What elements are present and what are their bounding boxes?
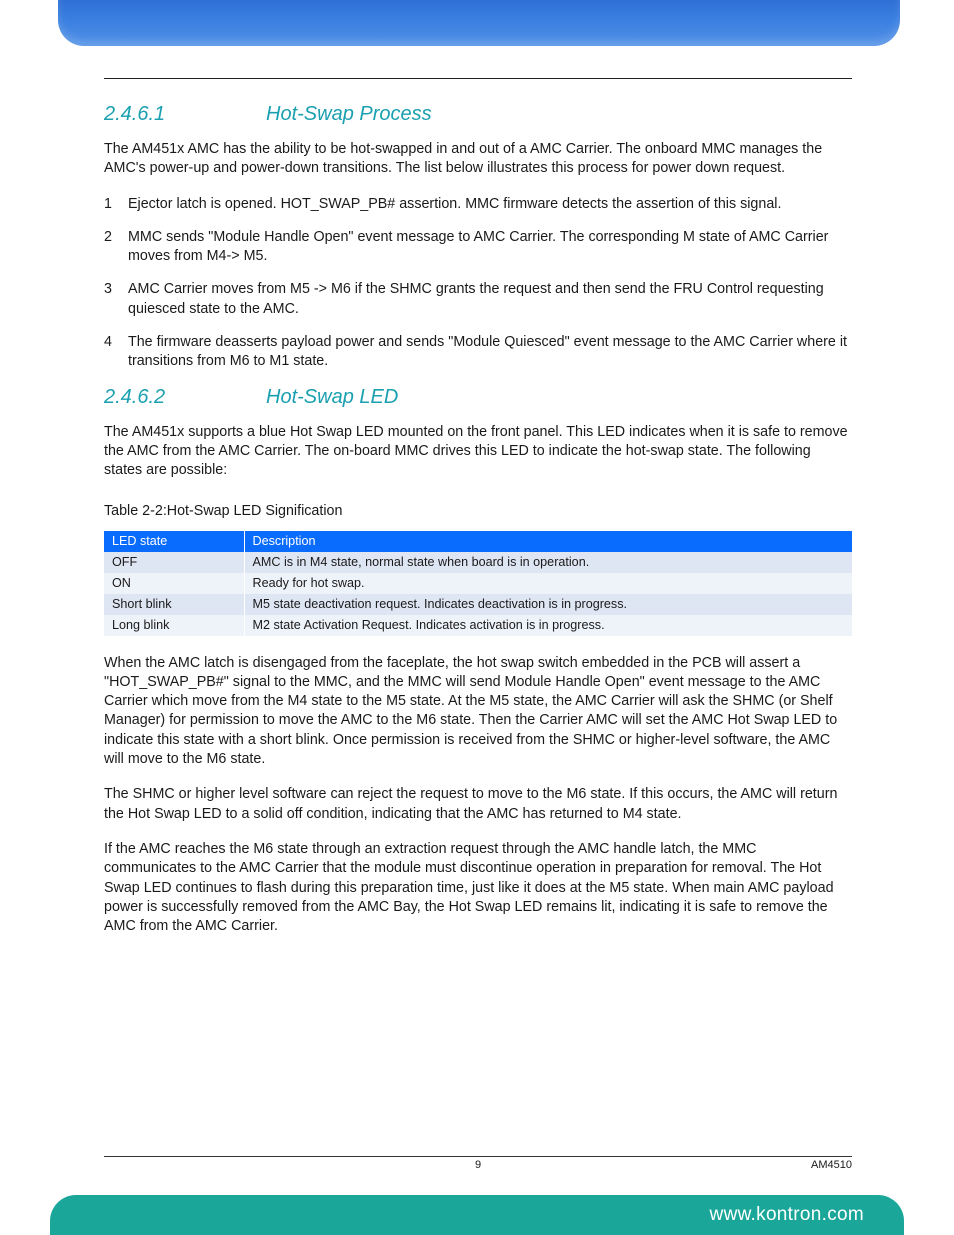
section-heading: 2.4.6.2 Hot-Swap LED (104, 386, 852, 409)
doc-id: AM4510 (811, 1159, 852, 1171)
section-title: Hot-Swap Process (266, 103, 432, 126)
top-rule (104, 78, 852, 79)
table-cell: M2 state Activation Request. Indicates a… (244, 615, 852, 636)
table-cell: AMC is in M4 state, normal state when bo… (244, 552, 852, 573)
process-steps: Ejector latch is opened. HOT_SWAP_PB# as… (104, 195, 852, 372)
section-intro: The AM451x supports a blue Hot Swap LED … (104, 423, 852, 481)
page-content: 2.4.6.1 Hot-Swap Process The AM451x AMC … (104, 60, 852, 952)
body-paragraph: The SHMC or higher level software can re… (104, 785, 852, 824)
table-header-cell: LED state (104, 531, 244, 552)
footer-url: www.kontron.com (710, 1204, 864, 1226)
section-intro: The AM451x AMC has the ability to be hot… (104, 140, 852, 179)
table-cell: Ready for hot swap. (244, 573, 852, 594)
header-tab-decoration (58, 0, 900, 46)
led-table: LED state Description OFF AMC is in M4 s… (104, 531, 852, 636)
footer-bar: www.kontron.com (50, 1195, 904, 1235)
section-number: 2.4.6.1 (104, 103, 266, 126)
body-paragraph: If the AMC reaches the M6 state through … (104, 840, 852, 936)
section-heading: 2.4.6.1 Hot-Swap Process (104, 103, 852, 126)
table-row: Short blink M5 state deactivation reques… (104, 594, 852, 615)
table-cell: ON (104, 573, 244, 594)
body-paragraph: When the AMC latch is disengaged from th… (104, 654, 852, 770)
table-cell: M5 state deactivation request. Indicates… (244, 594, 852, 615)
page-number: 9 (475, 1159, 481, 1171)
step-item: MMC sends "Module Handle Open" event mes… (104, 228, 852, 267)
section-title: Hot-Swap LED (266, 386, 398, 409)
table-cell: Short blink (104, 594, 244, 615)
table-row: Long blink M2 state Activation Request. … (104, 615, 852, 636)
section-number: 2.4.6.2 (104, 386, 266, 409)
document-page: 2.4.6.1 Hot-Swap Process The AM451x AMC … (0, 0, 954, 1235)
step-item: Ejector latch is opened. HOT_SWAP_PB# as… (104, 195, 852, 214)
table-header-cell: Description (244, 531, 852, 552)
table-cell: Long blink (104, 615, 244, 636)
table-cell: OFF (104, 552, 244, 573)
table-row: OFF AMC is in M4 state, normal state whe… (104, 552, 852, 573)
table-header-row: LED state Description (104, 531, 852, 552)
table-row: ON Ready for hot swap. (104, 573, 852, 594)
step-item: The firmware deasserts payload power and… (104, 333, 852, 372)
footer-rule-row: 9 AM4510 (104, 1156, 852, 1171)
table-caption: Table 2-2:Hot-Swap LED Signification (104, 503, 852, 519)
step-item: AMC Carrier moves from M5 -> M6 if the S… (104, 280, 852, 319)
